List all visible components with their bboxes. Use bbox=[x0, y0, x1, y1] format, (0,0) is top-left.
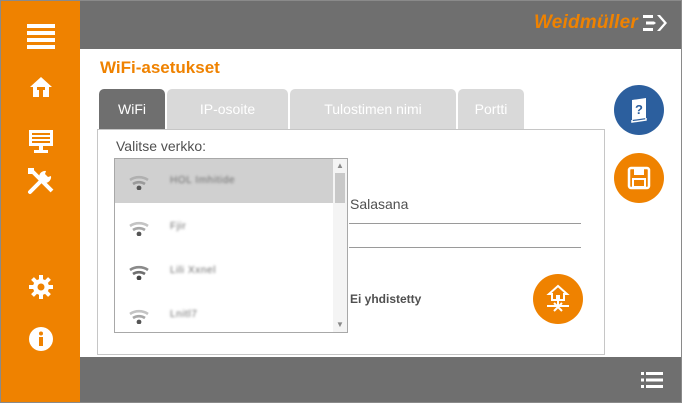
monitor-icon[interactable] bbox=[21, 123, 61, 159]
help-book-icon: ? bbox=[631, 98, 647, 123]
save-button[interactable] bbox=[614, 153, 664, 203]
brand-name: Weidmüller bbox=[533, 12, 638, 33]
network-name: Lnitl7 bbox=[170, 309, 198, 320]
password-field[interactable] bbox=[349, 247, 581, 248]
list-menu-icon[interactable] bbox=[641, 371, 663, 389]
wifi-signal-icon bbox=[129, 175, 149, 190]
scroll-down-icon[interactable]: ▼ bbox=[333, 318, 347, 332]
menu-icon[interactable] bbox=[21, 18, 61, 54]
select-network-label: Valitse verkko: bbox=[116, 138, 206, 154]
network-connect-icon bbox=[546, 284, 570, 312]
list-item[interactable]: Lili Xxnel bbox=[115, 249, 333, 293]
network-name: Fjir bbox=[170, 221, 187, 232]
network-name: Lili Xxnel bbox=[170, 265, 217, 276]
help-button[interactable]: ? bbox=[614, 85, 664, 135]
bottom-bar bbox=[80, 357, 681, 402]
tab-port[interactable]: Portti bbox=[458, 89, 524, 129]
password-label-underline bbox=[349, 223, 581, 224]
network-list[interactable]: HOL Imhitide Fjir Lili Xxnel Lnitl7 ▲ ▼ bbox=[114, 158, 348, 333]
save-icon bbox=[627, 166, 651, 190]
list-item[interactable]: HOL Imhitide bbox=[115, 159, 333, 203]
password-label: Salasana bbox=[350, 196, 409, 212]
tab-printer-name[interactable]: Tulostimen nimi bbox=[290, 89, 456, 129]
page-title: WiFi-asetukset bbox=[100, 58, 220, 77]
wifi-signal-icon bbox=[129, 309, 149, 324]
scroll-thumb[interactable] bbox=[335, 173, 345, 203]
tab-ip-address[interactable]: IP-osoite bbox=[167, 89, 288, 129]
wifi-signal-icon bbox=[129, 265, 149, 280]
svg-text:?: ? bbox=[635, 102, 643, 117]
connection-status: Ei yhdistetty bbox=[350, 292, 422, 306]
sidebar bbox=[1, 1, 80, 402]
list-item[interactable]: Fjir bbox=[115, 205, 333, 249]
info-icon[interactable] bbox=[21, 321, 61, 357]
brand-mark-icon bbox=[643, 15, 667, 31]
network-name: HOL Imhitide bbox=[170, 175, 236, 186]
scroll-up-icon[interactable]: ▲ bbox=[333, 159, 347, 173]
wifi-signal-icon bbox=[129, 221, 149, 236]
home-icon[interactable] bbox=[21, 69, 61, 105]
list-item[interactable]: Lnitl7 bbox=[115, 293, 333, 332]
connect-button[interactable] bbox=[533, 274, 583, 324]
tools-icon[interactable] bbox=[21, 163, 61, 199]
app-window: Weidmüller WiFi-asetukset WiFi IP-osoite… bbox=[0, 0, 682, 403]
top-bar: Weidmüller bbox=[80, 1, 681, 49]
gear-icon[interactable] bbox=[21, 269, 61, 305]
network-list-scrollbar[interactable]: ▲ ▼ bbox=[333, 159, 347, 332]
tab-wifi[interactable]: WiFi bbox=[99, 89, 165, 129]
brand-logo: Weidmüller bbox=[534, 12, 667, 34]
